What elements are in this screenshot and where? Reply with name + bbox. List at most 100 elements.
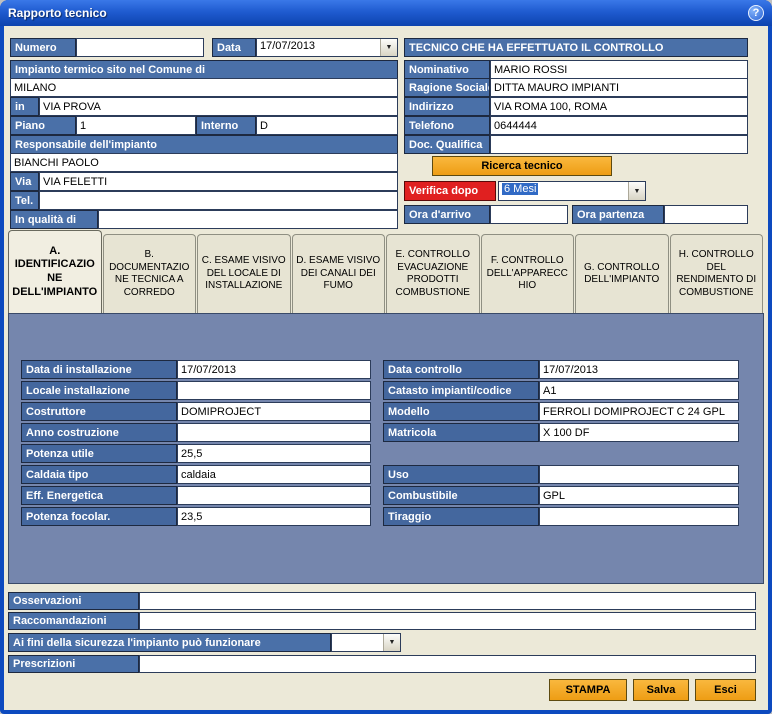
tab-strip: A. IDENTIFICAZIONE DELL'IMPIANTO B. DOCU… (8, 230, 764, 313)
data-installazione-label: Data di installazione (21, 360, 177, 379)
telefono-label: Telefono (404, 116, 490, 135)
tab-controllo-apparecchio[interactable]: F. CONTROLLO DELL'APPARECCHIO (481, 234, 575, 313)
verifica-dopo-combobox[interactable]: 6 Mesi ▼ (498, 181, 646, 201)
salva-button[interactable]: Salva (633, 679, 689, 701)
piano-input[interactable] (76, 116, 196, 135)
responsabile-header: Responsabile dell'impianto (10, 135, 398, 154)
tab-label: C. ESAME VISIVO DEL LOCALE DI INSTALLAZI… (200, 255, 288, 293)
combustibile-label: Combustibile (383, 486, 539, 505)
in-label: in (10, 97, 39, 116)
tab-label: E. CONTROLLO EVACUAZIONE PRODOTTI COMBUS… (389, 249, 477, 299)
tab-controllo-rendimento[interactable]: H. CONTROLLO DEL RENDIMENTO DI COMBUSTIO… (670, 234, 764, 313)
comune-header: Impianto termico sito nel Comune di (10, 60, 398, 79)
potenza-focolare-label: Potenza focolar. (21, 507, 177, 526)
titlebar[interactable]: Rapporto tecnico ? (0, 0, 772, 26)
tab-identificazione-impianto[interactable]: A. IDENTIFICAZIONE DELL'IMPIANTO (8, 230, 102, 313)
numero-label: Numero (10, 38, 76, 57)
telefono-input[interactable] (490, 116, 748, 135)
potenza-utile-label: Potenza utile (21, 444, 177, 463)
eff-energetica-label: Eff. Energetica (21, 486, 177, 505)
help-button[interactable]: ? (748, 5, 764, 21)
tab-esame-locale-installazione[interactable]: C. ESAME VISIVO DEL LOCALE DI INSTALLAZI… (197, 234, 291, 313)
data-controllo-input[interactable] (539, 360, 739, 379)
data-installazione-input[interactable] (177, 360, 371, 379)
matricola-input[interactable] (539, 423, 739, 442)
sicurezza-label: Ai fini della sicurezza l'impianto può f… (8, 633, 331, 652)
potenza-utile-input[interactable] (177, 444, 371, 463)
nominativo-input[interactable] (490, 60, 748, 79)
numero-input[interactable] (76, 38, 204, 57)
window-title: Rapporto tecnico (8, 6, 107, 20)
responsabile-input[interactable] (10, 153, 398, 172)
tab-documentazione-tecnica[interactable]: B. DOCUMENTAZIONE TECNICA A CORREDO (103, 234, 197, 313)
ora-arrivo-input[interactable] (490, 205, 568, 224)
identificazione-panel: Data di installazione Data controllo Loc… (8, 313, 764, 584)
help-icon: ? (753, 7, 760, 19)
chevron-down-icon[interactable]: ▼ (383, 634, 400, 651)
tab-controllo-evacuazione[interactable]: E. CONTROLLO EVACUAZIONE PRODOTTI COMBUS… (386, 234, 480, 313)
data-combobox[interactable]: 17/07/2013 ▼ (256, 38, 398, 57)
ricerca-tecnico-button[interactable]: Ricerca tecnico (432, 156, 612, 176)
potenza-focolare-input[interactable] (177, 507, 371, 526)
prescrizioni-input[interactable] (139, 655, 756, 673)
tel-label: Tel. (10, 191, 39, 210)
rapporto-tecnico-window: Rapporto tecnico ? Numero Data 17/07/201… (0, 0, 772, 714)
costruttore-input[interactable] (177, 402, 371, 421)
matricola-label: Matricola (383, 423, 539, 442)
caldaia-tipo-input[interactable] (177, 465, 371, 484)
tel-input[interactable] (39, 191, 398, 210)
combustibile-input[interactable] (539, 486, 739, 505)
via-label: Via (10, 172, 39, 191)
modello-label: Modello (383, 402, 539, 421)
tab-esame-canali-fumo[interactable]: D. ESAME VISIVO DEI CANALI DEI FUMO (292, 234, 386, 313)
interno-label: Interno (196, 116, 256, 135)
indirizzo-input[interactable] (490, 97, 748, 116)
sicurezza-combobox[interactable]: ▼ (331, 633, 401, 652)
tab-label: H. CONTROLLO DEL RENDIMENTO DI COMBUSTIO… (673, 249, 761, 299)
raccomandazioni-input[interactable] (139, 612, 756, 630)
ragione-sociale-input[interactable] (490, 78, 748, 97)
anno-costruzione-label: Anno costruzione (21, 423, 177, 442)
locale-installazione-input[interactable] (177, 381, 371, 400)
stampa-button[interactable]: STAMPA (549, 679, 627, 701)
esci-button[interactable]: Esci (695, 679, 756, 701)
nominativo-label: Nominativo (404, 60, 490, 79)
tab-label: F. CONTROLLO DELL'APPARECCHIO (484, 255, 572, 293)
in-via-input[interactable] (39, 97, 398, 116)
osservazioni-input[interactable] (139, 592, 756, 610)
comune-input[interactable] (10, 78, 398, 97)
tab-label: B. DOCUMENTAZIONE TECNICA A CORREDO (106, 249, 194, 299)
tiraggio-label: Tiraggio (383, 507, 539, 526)
tab-label: G. CONTROLLO DELL'IMPIANTO (578, 262, 666, 287)
ora-partenza-input[interactable] (664, 205, 748, 224)
qualita-label: In qualità di (10, 210, 98, 229)
locale-installazione-label: Locale installazione (21, 381, 177, 400)
uso-input[interactable] (539, 465, 739, 484)
ragione-sociale-label: Ragione Sociale (404, 78, 490, 97)
via-input[interactable] (39, 172, 398, 191)
tecnico-header: TECNICO CHE HA EFFETTUATO IL CONTROLLO (404, 38, 748, 57)
tab-label: A. IDENTIFICAZIONE DELL'IMPIANTO (11, 245, 99, 300)
anno-costruzione-input[interactable] (177, 423, 371, 442)
tiraggio-input[interactable] (539, 507, 739, 526)
indirizzo-label: Indirizzo (404, 97, 490, 116)
tab-controllo-impianto[interactable]: G. CONTROLLO DELL'IMPIANTO (575, 234, 669, 313)
tab-label: D. ESAME VISIVO DEI CANALI DEI FUMO (295, 255, 383, 293)
caldaia-tipo-label: Caldaia tipo (21, 465, 177, 484)
modello-input[interactable] (539, 402, 739, 421)
osservazioni-label: Osservazioni (8, 592, 139, 610)
chevron-down-icon[interactable]: ▼ (628, 182, 645, 200)
catasto-input[interactable] (539, 381, 739, 400)
qualita-input[interactable] (98, 210, 398, 229)
costruttore-label: Costruttore (21, 402, 177, 421)
ora-arrivo-label: Ora d'arrivo (404, 205, 490, 224)
raccomandazioni-label: Raccomandazioni (8, 612, 139, 630)
sicurezza-combobox-value (332, 634, 383, 651)
doc-qualifica-input[interactable] (490, 135, 748, 154)
chevron-down-icon[interactable]: ▼ (380, 39, 397, 56)
verifica-dopo-label: Verifica dopo (404, 181, 496, 201)
piano-label: Piano (10, 116, 76, 135)
interno-input[interactable] (256, 116, 398, 135)
doc-qualifica-label: Doc. Qualifica (404, 135, 490, 154)
eff-energetica-input[interactable] (177, 486, 371, 505)
